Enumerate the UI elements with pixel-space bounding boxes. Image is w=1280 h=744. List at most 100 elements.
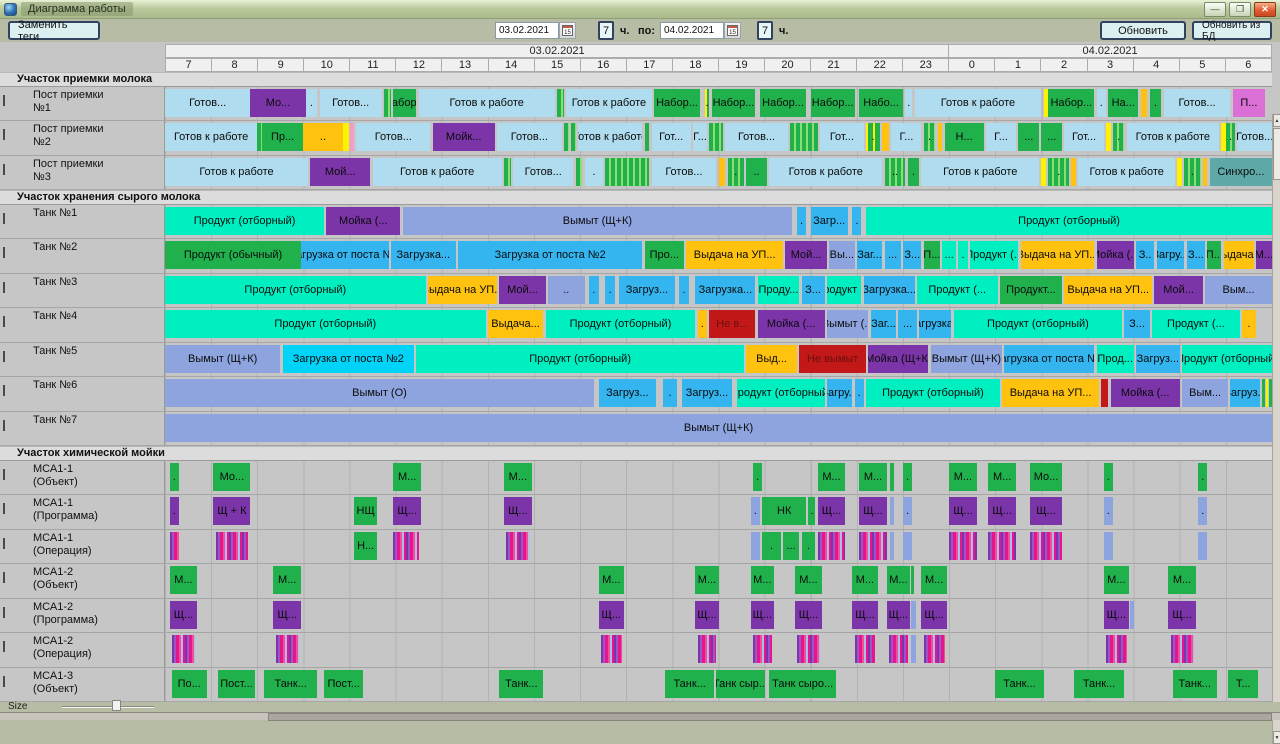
gantt-bar[interactable]: Вымыт (Щ+К) [403,207,793,235]
gantt-bar[interactable] [1198,532,1207,560]
gantt-bar[interactable]: Вымыт (О) [165,379,594,407]
gantt-bar[interactable] [949,532,977,560]
gantt-bar[interactable]: М... [170,566,198,594]
gantt-bar[interactable]: Загруз... [682,379,733,407]
gantt-bar[interactable]: Мойка (... [758,310,825,338]
gantt-bar[interactable] [576,158,583,186]
gantt-bar[interactable]: Загруз... [1136,345,1180,373]
gantt-bar[interactable] [890,532,894,560]
gantt-bar[interactable]: .. [746,158,767,186]
gantt-bar[interactable]: . [924,123,936,151]
gantt-bar[interactable] [911,635,916,663]
gantt-bar[interactable]: П... [1207,241,1221,269]
gantt-bar[interactable] [601,635,622,663]
refresh-button[interactable]: Обновить [1100,21,1186,40]
gantt-bar[interactable]: Щ... [170,601,198,629]
gantt-bar[interactable]: . [808,497,815,525]
gantt-bar[interactable] [350,123,355,151]
gantt-bar[interactable]: Готов к работе [1127,123,1219,151]
gantt-bar[interactable]: Продукт (отборный) [1182,345,1272,373]
gantt-bar[interactable]: Щ... [852,601,877,629]
gantt-bar[interactable]: М... [1168,566,1196,594]
gantt-bar[interactable]: Готов к работе [769,158,882,186]
gantt-bar[interactable]: Щ... [393,497,421,525]
gantt-bar[interactable]: Щ... [1030,497,1062,525]
gantt-bar[interactable]: Щ... [818,497,846,525]
gantt-bar[interactable]: Щ + К [213,497,250,525]
gantt-bar[interactable] [1101,379,1108,407]
gantt-bar[interactable]: М... [393,463,421,491]
gantt-bar[interactable]: Выдача... [488,310,543,338]
gantt-bar[interactable] [1130,601,1134,629]
scroll-up-icon[interactable]: ▲ [1273,114,1280,127]
gantt-bar[interactable]: М... [859,463,887,491]
gantt-bar[interactable]: Проду... [758,276,800,304]
gantt-bar[interactable]: . [753,463,762,491]
gantt-bar[interactable]: Гот... [1064,123,1103,151]
gantt-bar[interactable]: НК [762,497,806,525]
gantt-bar[interactable]: . [1226,123,1235,151]
gantt-bar[interactable]: Танк... [264,670,317,698]
gantt-bar[interactable] [988,532,1016,560]
gantt-bar[interactable]: Готов к работе [1078,158,1175,186]
gantt-bar[interactable] [1203,158,1208,186]
gantt-bar[interactable]: Мой... [1154,276,1202,304]
gantt-bar[interactable]: Вымыт (Щ+К) [165,345,280,373]
gantt-bar[interactable]: Пост... [218,670,255,698]
gantt-bar[interactable]: . [1104,497,1113,525]
gantt-bar[interactable] [1177,158,1182,186]
gantt-bar[interactable]: Вы... [829,241,854,269]
gantt-bar[interactable]: Набор... [1048,89,1094,117]
gantt-bar[interactable]: Мо... [250,89,305,117]
gantt-bar[interactable]: Загрузка... [695,276,755,304]
gantt-bar[interactable]: Готов... [320,89,382,117]
gantt-bar[interactable] [890,497,894,525]
gantt-bar[interactable] [170,532,179,560]
gantt-bar[interactable] [719,158,726,186]
gantt-bar[interactable]: . [1048,158,1069,186]
gantt-bar[interactable]: . [751,497,760,525]
gantt-bar[interactable]: Готов... [1237,123,1272,151]
gantt-bar[interactable] [393,532,418,560]
gantt-bar[interactable]: Танк сыро... [769,670,836,698]
gantt-bar[interactable]: Продукт (отборный) [546,310,696,338]
gantt-bar[interactable]: Пост... [324,670,363,698]
gantt-bar[interactable]: Выдача на УП... [686,241,783,269]
gantt-bar[interactable]: Щ... [887,601,910,629]
gantt-bar[interactable]: . [306,89,318,117]
gantt-bar[interactable]: Готов к работе [578,123,643,151]
date-to-input[interactable] [660,22,724,39]
gantt-bar[interactable] [1104,532,1113,560]
gantt-bar[interactable] [709,123,723,151]
gantt-bar[interactable]: Н... [945,123,984,151]
gantt-bar[interactable]: Набор... [811,89,855,117]
gantt-bar[interactable]: Щ... [1104,601,1129,629]
gantt-bar[interactable] [1171,635,1194,663]
gantt-bar[interactable]: Готов... [725,123,787,151]
gantt-bar[interactable]: Мойка (... [1097,241,1134,269]
gantt-bar[interactable]: Гот... [820,123,864,151]
gantt-bar[interactable]: М... [273,566,301,594]
gantt-bar[interactable]: М... [1104,566,1129,594]
gantt-bar[interactable]: Продукт (отборный) [165,207,324,235]
size-slider-thumb[interactable] [112,700,121,711]
gantt-bar[interactable]: Загрузка от поста №2 [458,241,643,269]
gantt-bar[interactable]: Мо... [213,463,250,491]
gantt-bar[interactable]: Мойка (Щ+К) [868,345,928,373]
gantt-bar[interactable] [911,601,916,629]
gantt-bar[interactable]: З.. [1136,241,1154,269]
gantt-bar[interactable] [564,123,569,151]
date-to-calendar-button[interactable]: 15 [724,22,741,39]
gantt-bar[interactable]: . [1198,463,1207,491]
gantt-bar[interactable]: . [705,89,710,117]
gantt-bar[interactable]: М... [795,566,823,594]
gantt-bar[interactable] [1106,123,1111,151]
gantt-bar[interactable] [698,635,716,663]
gantt-bar[interactable]: ... [898,310,916,338]
gantt-bar[interactable] [276,635,299,663]
gantt-bar[interactable]: . [903,463,912,491]
gantt-bar[interactable] [216,532,248,560]
gantt-bar[interactable]: Вымыт (Щ+К) [165,414,1272,442]
gantt-bar[interactable]: . [170,463,179,491]
gantt-bar[interactable]: З... [1187,241,1205,269]
